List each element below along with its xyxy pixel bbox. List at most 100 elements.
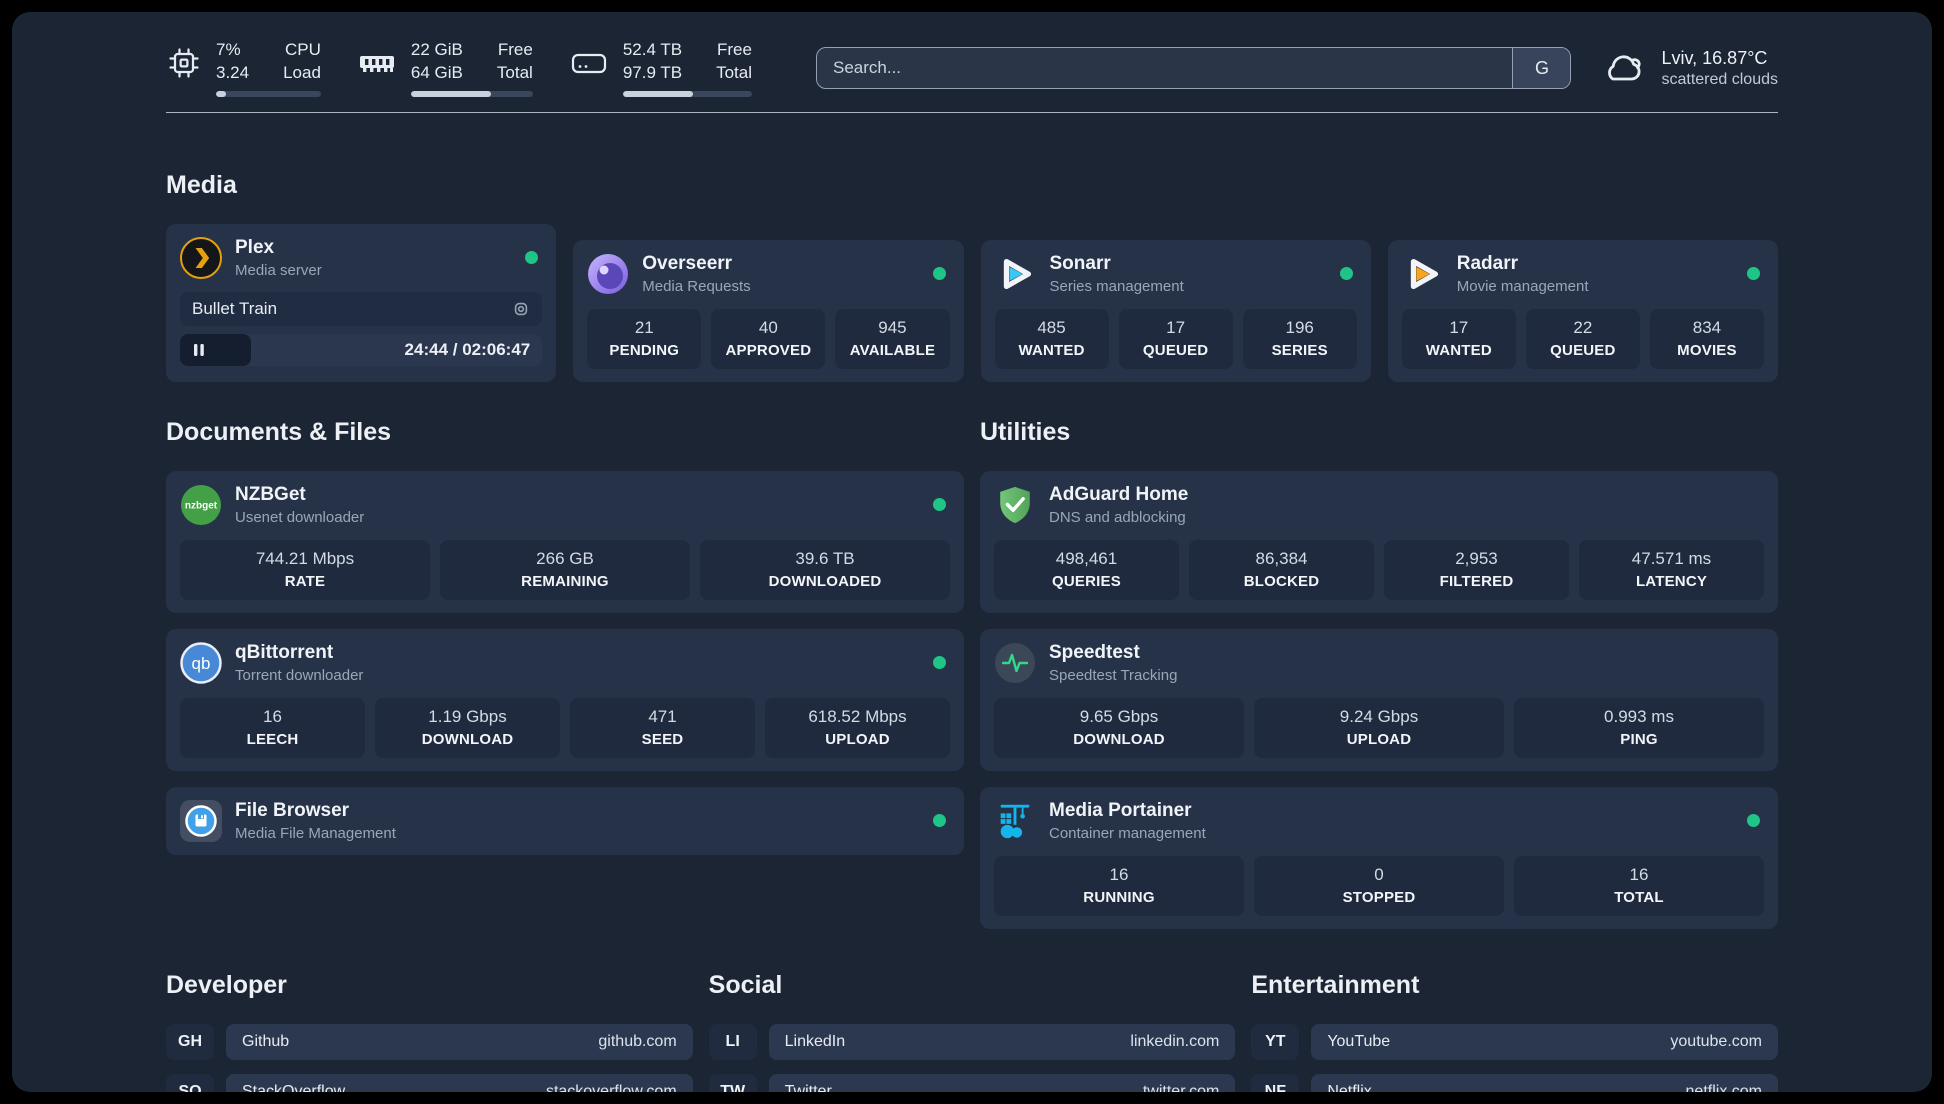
- app-name: qBittorrent: [235, 642, 334, 663]
- app-card-overseerr[interactable]: Overseerr Media Requests 21 PENDING 40 A…: [573, 240, 964, 382]
- app-name: AdGuard Home: [1049, 484, 1189, 505]
- app-subtitle: Usenet downloader: [235, 509, 365, 526]
- weather-widget: Lviv, 16.87°C scattered clouds: [1599, 48, 1778, 89]
- header-bar: 7% 3.24 CPU Load 22 GiB 64 GiB Free Tota…: [166, 39, 1778, 97]
- app-name: Radarr: [1456, 253, 1518, 274]
- link-youtube[interactable]: YT YouTube youtube.com: [1251, 1024, 1778, 1060]
- ram-progress: [410, 90, 533, 97]
- stat-tile: 834 MOVIES: [1649, 309, 1764, 369]
- app-subtitle: DNS and adblocking: [1049, 509, 1186, 526]
- section-title-media: Media: [166, 171, 237, 199]
- status-dot: [933, 814, 946, 827]
- weather-location: Lviv, 16.87°C: [1661, 47, 1768, 68]
- stat-tile: 17 QUEUED: [1118, 309, 1233, 369]
- disk-value-bottom: 97.9 TB: [622, 63, 683, 82]
- stat-tile: 1.19 Gbps DOWNLOAD: [375, 698, 560, 758]
- stat-tile: 618.52 Mbps UPLOAD: [765, 698, 950, 758]
- stat-tile: 2,953 FILTERED: [1384, 540, 1569, 600]
- stat-tile: 485 WANTED: [994, 309, 1109, 369]
- link-abbr: TW: [708, 1074, 757, 1092]
- app-subtitle: Speedtest Tracking: [1049, 667, 1178, 684]
- stat-tile: 0 STOPPED: [1254, 856, 1504, 916]
- filebrowser-icon: [180, 800, 222, 842]
- app-subtitle: Movie management: [1456, 278, 1589, 295]
- app-subtitle: Media server: [235, 262, 322, 279]
- link-stackoverflow[interactable]: SO StackOverflow stackoverflow.com: [166, 1074, 693, 1092]
- link-url: twitter.com: [1142, 1083, 1220, 1092]
- link-url: linkedin.com: [1130, 1033, 1220, 1050]
- section-entertainment: Entertainment YT YouTube youtube.com NF …: [1251, 971, 1778, 1092]
- status-dot: [1747, 814, 1760, 827]
- stat-tile: 266 GB REMAINING: [440, 540, 690, 600]
- status-dot: [933, 498, 946, 511]
- search-input[interactable]: [816, 58, 1513, 78]
- app-card-plex[interactable]: Plex Media server Bullet Train 24:44 / 0…: [166, 224, 557, 382]
- stat-tile: 744.21 Mbps RATE: [180, 540, 430, 600]
- stat-tile: 471 SEED: [570, 698, 755, 758]
- session-settings-icon[interactable]: [512, 300, 530, 318]
- stat-tile: 498,461 QUERIES: [994, 540, 1179, 600]
- app-subtitle: Torrent downloader: [235, 667, 364, 684]
- stat-tile: 16 RUNNING: [994, 856, 1244, 916]
- weather-condition: scattered clouds: [1661, 70, 1778, 88]
- app-card-radarr[interactable]: Radarr Movie management 17 WANTED 22 QUE…: [1387, 240, 1778, 382]
- status-dot: [1339, 267, 1353, 280]
- link-abbr: YT: [1251, 1024, 1300, 1060]
- link-twitter[interactable]: TW Twitter twitter.com: [708, 1074, 1236, 1092]
- ram-value-top: 22 GiB: [410, 40, 463, 60]
- link-abbr: LI: [708, 1024, 757, 1060]
- link-name: LinkedIn: [784, 1033, 846, 1050]
- link-abbr: SO: [166, 1074, 214, 1092]
- now-playing-title: Bullet Train: [192, 299, 278, 318]
- app-card-adguard[interactable]: AdGuard Home DNS and adblocking 498,461 …: [980, 471, 1778, 613]
- app-card-speedtest[interactable]: Speedtest Speedtest Tracking 9.65 Gbps D…: [980, 629, 1778, 771]
- search-engine-button[interactable]: G: [1512, 48, 1571, 88]
- link-github[interactable]: GH Github github.com: [166, 1024, 693, 1060]
- ram-label-bottom: Total: [496, 63, 533, 82]
- app-name: NZBGet: [235, 484, 306, 505]
- playback-time: 24:44 / 02:06:47: [404, 340, 531, 359]
- portainer-icon: [994, 800, 1036, 842]
- cpu-label-bottom: Load: [283, 63, 321, 82]
- plex-icon: [180, 237, 222, 279]
- stat-tile: 196 SERIES: [1242, 309, 1357, 369]
- app-card-qbittorrent[interactable]: qb qBittorrent Torrent downloader 16 LEE…: [166, 629, 964, 771]
- svg-text:nzbget: nzbget: [185, 501, 218, 512]
- link-abbr: GH: [166, 1024, 214, 1060]
- app-card-nzbget[interactable]: nzbget NZBGet Usenet downloader 744.21 M…: [166, 471, 964, 613]
- ram-stat: 22 GiB 64 GiB Free Total: [357, 39, 533, 97]
- section-media: Media Plex Media server Bullet Train 24:…: [166, 171, 1778, 382]
- app-subtitle: Media File Management: [235, 825, 396, 842]
- link-netflix[interactable]: NF Netflix netflix.com: [1251, 1074, 1778, 1092]
- stat-tile: 9.24 Gbps UPLOAD: [1254, 698, 1504, 758]
- stat-tile: 47.571 ms LATENCY: [1579, 540, 1764, 600]
- adguard-icon: [994, 484, 1036, 526]
- section-title-utilities: Utilities: [980, 418, 1071, 446]
- ram-icon: [359, 56, 394, 73]
- stat-tile: 0.993 ms PING: [1514, 698, 1764, 758]
- stat-tile: 86,384 BLOCKED: [1189, 540, 1374, 600]
- section-documents-files: Documents & Files nzbget NZBGet Usenet d…: [166, 418, 964, 855]
- section-title-documents: Documents & Files: [166, 418, 392, 446]
- status-dot: [1747, 267, 1760, 280]
- cpu-label-top: CPU: [285, 40, 321, 60]
- now-playing-bar: Bullet Train: [180, 292, 543, 326]
- stat-tile: 16 LEECH: [180, 698, 365, 758]
- app-card-portainer[interactable]: Media Portainer Container management 16 …: [980, 787, 1778, 929]
- dashboard-page: 7% 3.24 CPU Load 22 GiB 64 GiB Free Tota…: [12, 12, 1932, 1092]
- playback-progress[interactable]: 24:44 / 02:06:47: [180, 334, 543, 366]
- search-bar: G: [815, 47, 1572, 89]
- cpu-value-bottom: 3.24: [216, 63, 250, 82]
- svg-text:qb: qb: [192, 654, 211, 673]
- overseerr-icon: [587, 253, 629, 295]
- section-title-social: Social: [708, 971, 783, 999]
- link-url: stackoverflow.com: [545, 1083, 677, 1092]
- app-name: Sonarr: [1049, 253, 1111, 274]
- header-divider: [166, 112, 1778, 113]
- link-linkedin[interactable]: LI LinkedIn linkedin.com: [708, 1024, 1236, 1060]
- link-url: netflix.com: [1685, 1083, 1762, 1092]
- link-name: StackOverflow: [242, 1083, 346, 1092]
- app-card-sonarr[interactable]: Sonarr Series management 485 WANTED 17 Q…: [980, 240, 1371, 382]
- app-card-filebrowser[interactable]: File Browser Media File Management: [166, 787, 964, 855]
- radarr-icon: [1402, 253, 1444, 295]
